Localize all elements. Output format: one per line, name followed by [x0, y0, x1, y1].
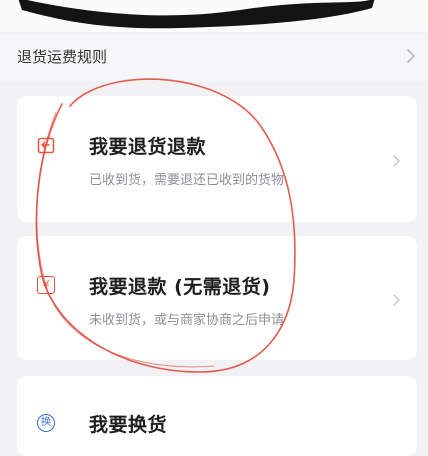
option-title: 我要退款 (无需退货)	[89, 276, 271, 298]
option-card-exchange[interactable]: 换 我要换货	[17, 376, 417, 456]
option-title: 我要换货	[89, 414, 168, 436]
yuan-receipt-icon: ¥	[37, 276, 55, 294]
redaction-scribble	[18, 0, 375, 29]
chevron-right-icon	[393, 294, 400, 306]
redacted-header	[0, 0, 428, 32]
option-card-refund-only[interactable]: ¥ 我要退款 (无需退货) 未收到货，或与商家协商之后申请	[17, 236, 417, 360]
return-shipping-rule-label: 退货运费规则	[17, 48, 108, 66]
return-shipping-rule-row[interactable]: 退货运费规则	[0, 33, 428, 81]
chevron-right-icon	[393, 155, 400, 167]
return-package-icon	[37, 137, 55, 154]
option-subtitle: 未收到货，或与商家协商之后申请	[89, 313, 285, 328]
exchange-icon: 换	[37, 414, 55, 432]
option-subtitle: 已收到货，需要退还已收到的货物	[89, 173, 285, 188]
chevron-right-icon	[407, 49, 415, 63]
option-card-return-and-refund[interactable]: 我要退货退款 已收到货，需要退还已收到的货物	[17, 96, 417, 222]
option-title: 我要退货退款	[89, 136, 207, 158]
